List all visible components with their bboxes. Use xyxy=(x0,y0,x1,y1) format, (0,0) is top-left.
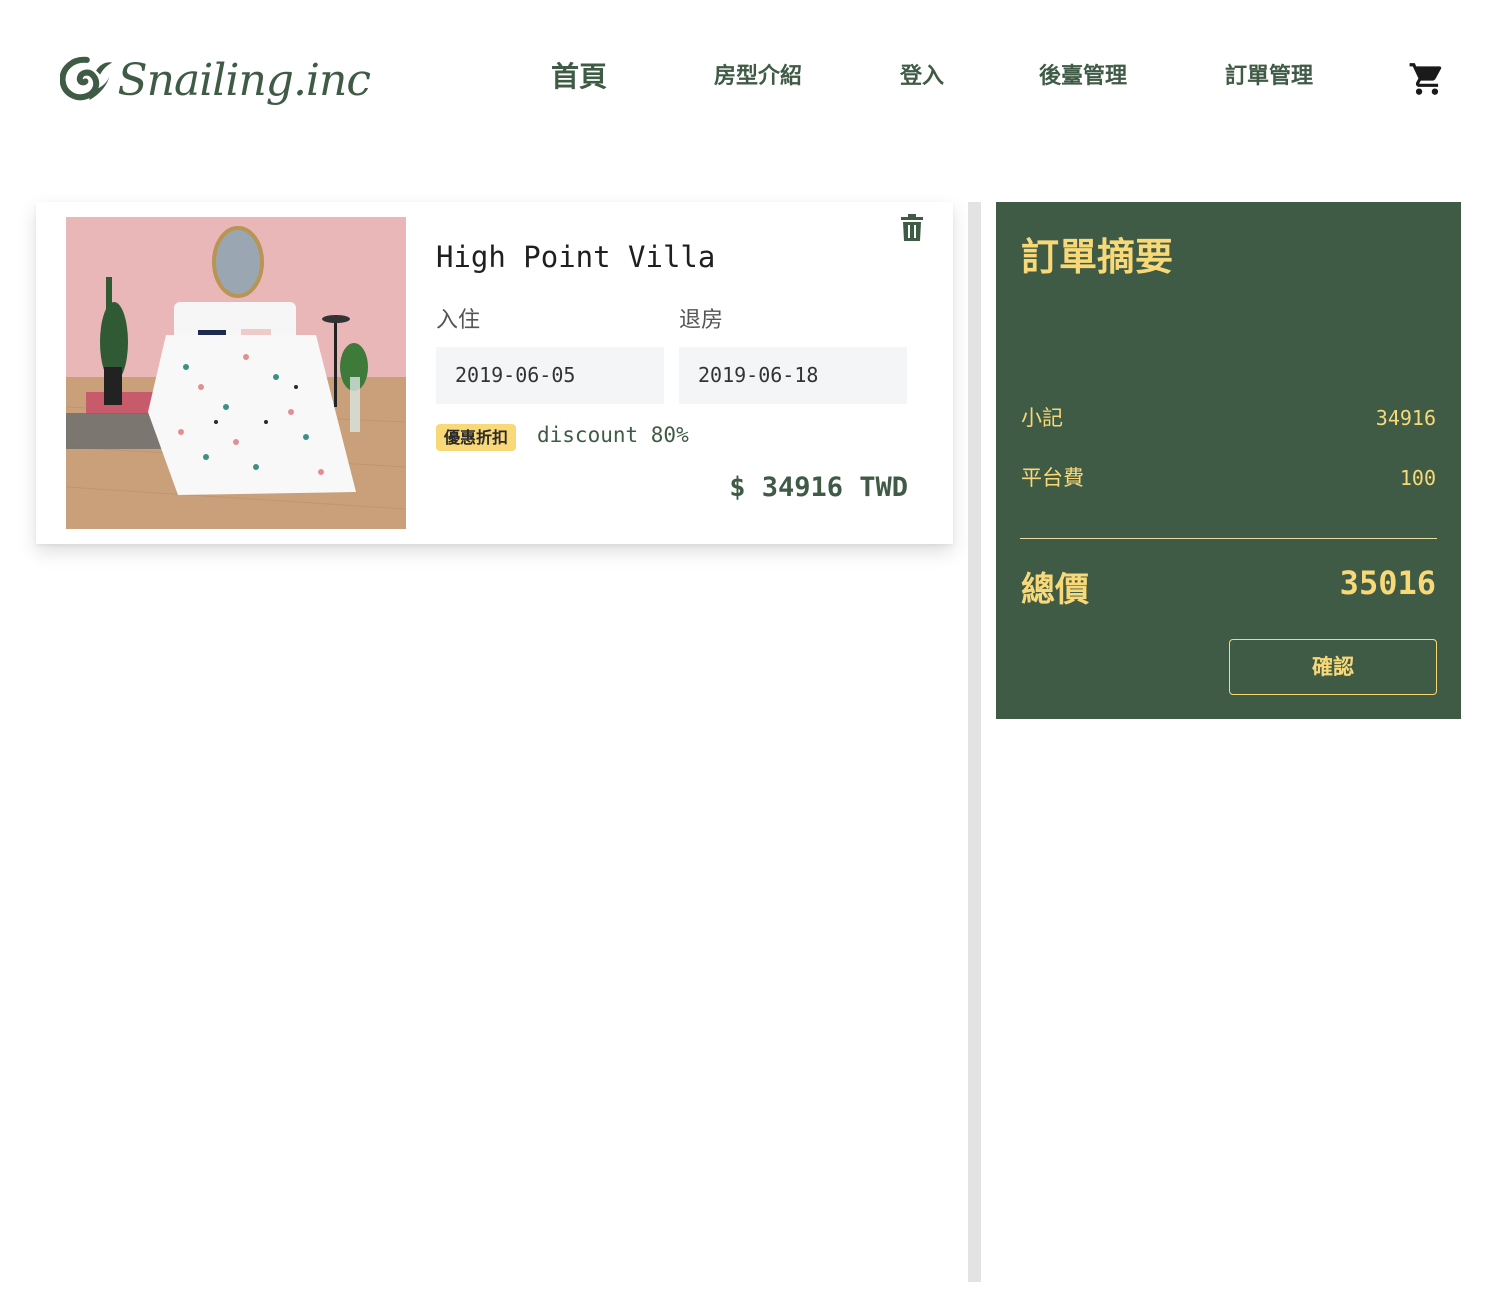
discount-badge: 優惠折扣 xyxy=(436,424,517,451)
order-summary-panel: 訂單摘要 小記 34916 平台費 100 總價 35016 確認 xyxy=(996,202,1461,719)
bedroom-photo xyxy=(66,217,406,529)
nav-orders[interactable]: 訂單管理 xyxy=(1225,55,1313,99)
checkout-date-input[interactable]: 2019-06-18 xyxy=(679,347,907,404)
site-header: Snailing.inc 首頁 房型介紹 登入 後臺管理 訂單管理 xyxy=(0,0,1500,160)
checkout-label: 退房 xyxy=(679,308,724,333)
checkin-date-input[interactable]: 2019-06-05 xyxy=(436,347,664,404)
nav-admin[interactable]: 後臺管理 xyxy=(1039,55,1127,99)
trash-icon[interactable] xyxy=(900,214,924,242)
fee-value: 100 xyxy=(1399,466,1436,490)
nav-home[interactable]: 首頁 xyxy=(551,55,607,99)
main-nav: 首頁 房型介紹 登入 後臺管理 訂單管理 xyxy=(0,55,1500,99)
vertical-divider xyxy=(968,202,981,1282)
nav-rooms[interactable]: 房型介紹 xyxy=(714,55,802,99)
cart-item-card: High Point Villa 入住 退房 2019-06-05 2019-0… xyxy=(36,202,953,544)
summary-divider xyxy=(1020,538,1437,539)
total-label: 總價 xyxy=(1021,570,1089,610)
total-value: 35016 xyxy=(1339,564,1436,602)
shopping-cart-icon[interactable] xyxy=(1408,60,1446,98)
item-price: $ 34916 TWD xyxy=(729,472,908,503)
discount-text: discount 80% xyxy=(537,423,689,447)
room-photo xyxy=(66,217,406,529)
confirm-button[interactable]: 確認 xyxy=(1229,639,1437,695)
room-name: High Point Villa xyxy=(436,240,716,274)
subtotal-label: 小記 xyxy=(1021,406,1063,430)
checkin-label: 入住 xyxy=(436,308,481,333)
subtotal-value: 34916 xyxy=(1375,406,1436,430)
nav-login[interactable]: 登入 xyxy=(900,55,944,99)
fee-label: 平台費 xyxy=(1021,466,1084,490)
summary-title: 訂單摘要 xyxy=(1021,235,1174,279)
